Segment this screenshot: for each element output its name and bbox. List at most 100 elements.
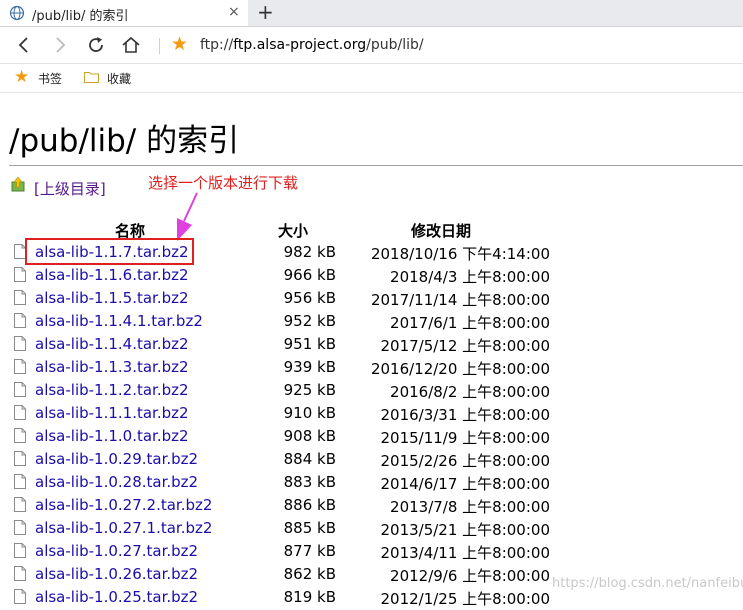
- address-bar[interactable]: ftp://ftp.alsa-project.org/pub/lib/: [200, 37, 424, 53]
- parent-directory-link[interactable]: [上级目录]: [34, 178, 106, 199]
- tab-close-icon[interactable]: ×: [228, 4, 240, 20]
- watermark-text: https://blog.csdn.net/nanfeibuyi: [552, 576, 743, 591]
- file-link[interactable]: alsa-lib-1.0.27.2.tar.bz2: [35, 496, 212, 514]
- table-row: alsa-lib-1.0.27.tar.bz2 877 kB 2013/4/11 上…: [0, 541, 743, 564]
- navigation-toolbar: ★ ftp://ftp.alsa-project.org/pub/lib/: [0, 27, 743, 64]
- back-icon[interactable]: [14, 35, 34, 55]
- bookmark-star-icon[interactable]: ★: [171, 33, 188, 55]
- table-row: alsa-lib-1.1.1.tar.bz2 910 kB 2016/3/31 上午…: [0, 403, 743, 426]
- file-date: 2012/1/25 上午8:00:00: [380, 590, 550, 608]
- file-size: 982 kB: [283, 243, 336, 261]
- file-size: 885 kB: [283, 519, 336, 537]
- file-link[interactable]: alsa-lib-1.1.3.tar.bz2: [35, 358, 189, 376]
- column-header-modified[interactable]: 修改日期: [411, 220, 471, 241]
- file-size: 862 kB: [283, 565, 336, 583]
- file-icon: [14, 428, 26, 443]
- reload-icon[interactable]: [86, 35, 106, 55]
- file-icon: [14, 497, 26, 512]
- file-date: 2017/11/14 上午8:00:00: [370, 291, 550, 309]
- parent-directory-icon: [11, 177, 25, 192]
- column-header-size[interactable]: 大小: [278, 220, 308, 241]
- file-size: 956 kB: [283, 289, 336, 307]
- file-size: 819 kB: [283, 588, 336, 606]
- star-icon: ★: [14, 67, 30, 87]
- table-row: alsa-lib-1.0.27.1.tar.bz2 885 kB 2013/5/21…: [0, 518, 743, 541]
- file-date: 2016/3/31 上午8:00:00: [380, 406, 550, 424]
- file-size: 952 kB: [283, 312, 336, 330]
- file-icon: [14, 359, 26, 374]
- file-icon: [14, 405, 26, 420]
- table-row: alsa-lib-1.1.2.tar.bz2 925 kB 2016/8/2 上午8…: [0, 380, 743, 403]
- forward-icon[interactable]: [50, 35, 70, 55]
- file-date: 2015/2/26 上午8:00:00: [380, 452, 550, 470]
- file-icon: [14, 382, 26, 397]
- active-tab[interactable]: /pub/lib/ 的索引 ×: [0, 0, 248, 26]
- table-row: alsa-lib-1.0.27.2.tar.bz2 886 kB 2013/7/8 …: [0, 495, 743, 518]
- table-row: alsa-lib-1.0.28.tar.bz2 883 kB 2014/6/17 上…: [0, 472, 743, 495]
- file-icon: [14, 566, 26, 581]
- file-date: 2016/8/2 上午8:00:00: [390, 383, 550, 401]
- new-tab-button[interactable]: +: [257, 0, 274, 24]
- file-date: 2018/10/16 下午4:14:00: [370, 245, 550, 263]
- tab-title: /pub/lib/ 的索引: [32, 9, 129, 24]
- file-date: 2016/12/20 上午8:00:00: [370, 360, 550, 378]
- file-date: 2014/6/17 上午8:00:00: [380, 475, 550, 493]
- file-link[interactable]: alsa-lib-1.1.2.tar.bz2: [35, 381, 189, 399]
- file-icon: [14, 474, 26, 489]
- file-size: 883 kB: [283, 473, 336, 491]
- file-link[interactable]: alsa-lib-1.0.29.tar.bz2: [35, 450, 198, 468]
- file-icon: [14, 543, 26, 558]
- bookmark-item-favorites[interactable]: 收藏: [107, 70, 131, 87]
- file-size: 886 kB: [283, 496, 336, 514]
- file-link[interactable]: alsa-lib-1.1.6.tar.bz2: [35, 266, 189, 284]
- file-link[interactable]: alsa-lib-1.1.5.tar.bz2: [35, 289, 189, 307]
- file-date: 2015/11/9 上午8:00:00: [380, 429, 550, 447]
- home-icon[interactable]: [121, 35, 141, 55]
- tab-strip: /pub/lib/ 的索引 × +: [0, 0, 743, 27]
- table-row: alsa-lib-1.1.6.tar.bz2 966 kB 2018/4/3 上午8…: [0, 265, 743, 288]
- bookmark-item-bookmarks[interactable]: 书签: [38, 70, 62, 87]
- file-link[interactable]: alsa-lib-1.1.0.tar.bz2: [35, 427, 189, 445]
- table-row: alsa-lib-1.1.4.1.tar.bz2 952 kB 2017/6/1 上…: [0, 311, 743, 334]
- table-row: alsa-lib-1.1.0.tar.bz2 908 kB 2015/11/9 上午…: [0, 426, 743, 449]
- file-icon: [14, 589, 26, 604]
- file-size: 877 kB: [283, 542, 336, 560]
- file-size: 939 kB: [283, 358, 336, 376]
- page-title: /pub/lib/ 的索引: [9, 123, 240, 159]
- table-row: alsa-lib-1.0.29.tar.bz2 884 kB 2015/2/26 上…: [0, 449, 743, 472]
- file-link[interactable]: alsa-lib-1.0.27.1.tar.bz2: [35, 519, 212, 537]
- bookmarks-bar: ★ 书签 收藏: [0, 64, 743, 93]
- file-link[interactable]: alsa-lib-1.0.25.tar.bz2: [35, 588, 198, 606]
- file-link[interactable]: alsa-lib-1.0.28.tar.bz2: [35, 473, 198, 491]
- globe-icon: [9, 5, 25, 21]
- file-link[interactable]: alsa-lib-1.0.26.tar.bz2: [35, 565, 198, 583]
- file-date: 2017/6/1 上午8:00:00: [390, 314, 550, 332]
- annotation-arrow-icon: [177, 192, 198, 241]
- table-row: alsa-lib-1.1.5.tar.bz2 956 kB 2017/11/14 上…: [0, 288, 743, 311]
- url-path: /pub/lib/: [366, 37, 424, 53]
- file-icon: [14, 290, 26, 305]
- file-icon: [14, 451, 26, 466]
- file-icon: [14, 336, 26, 351]
- file-date: 2013/4/11 上午8:00:00: [380, 544, 550, 562]
- file-size: 966 kB: [283, 266, 336, 284]
- folder-icon: [84, 72, 99, 83]
- file-link[interactable]: alsa-lib-1.1.4.1.tar.bz2: [35, 312, 203, 330]
- file-icon: [14, 267, 26, 282]
- url-host: ftp.alsa-project.org: [233, 37, 367, 53]
- file-link[interactable]: alsa-lib-1.1.1.tar.bz2: [35, 404, 189, 422]
- file-icon: [14, 520, 26, 535]
- toolbar-separator: [159, 38, 160, 54]
- file-size: 951 kB: [283, 335, 336, 353]
- file-link[interactable]: alsa-lib-1.0.27.tar.bz2: [35, 542, 198, 560]
- file-date: 2017/5/12 上午8:00:00: [380, 337, 550, 355]
- file-link[interactable]: alsa-lib-1.1.4.tar.bz2: [35, 335, 189, 353]
- file-date: 2013/7/8 上午8:00:00: [390, 498, 550, 516]
- file-size: 925 kB: [283, 381, 336, 399]
- url-scheme: ftp://: [200, 37, 234, 53]
- title-divider: [9, 165, 743, 166]
- file-size: 884 kB: [283, 450, 336, 468]
- file-size: 908 kB: [283, 427, 336, 445]
- file-date: 2012/9/6 上午8:00:00: [390, 567, 550, 585]
- file-date: 2013/5/21 上午8:00:00: [380, 521, 550, 539]
